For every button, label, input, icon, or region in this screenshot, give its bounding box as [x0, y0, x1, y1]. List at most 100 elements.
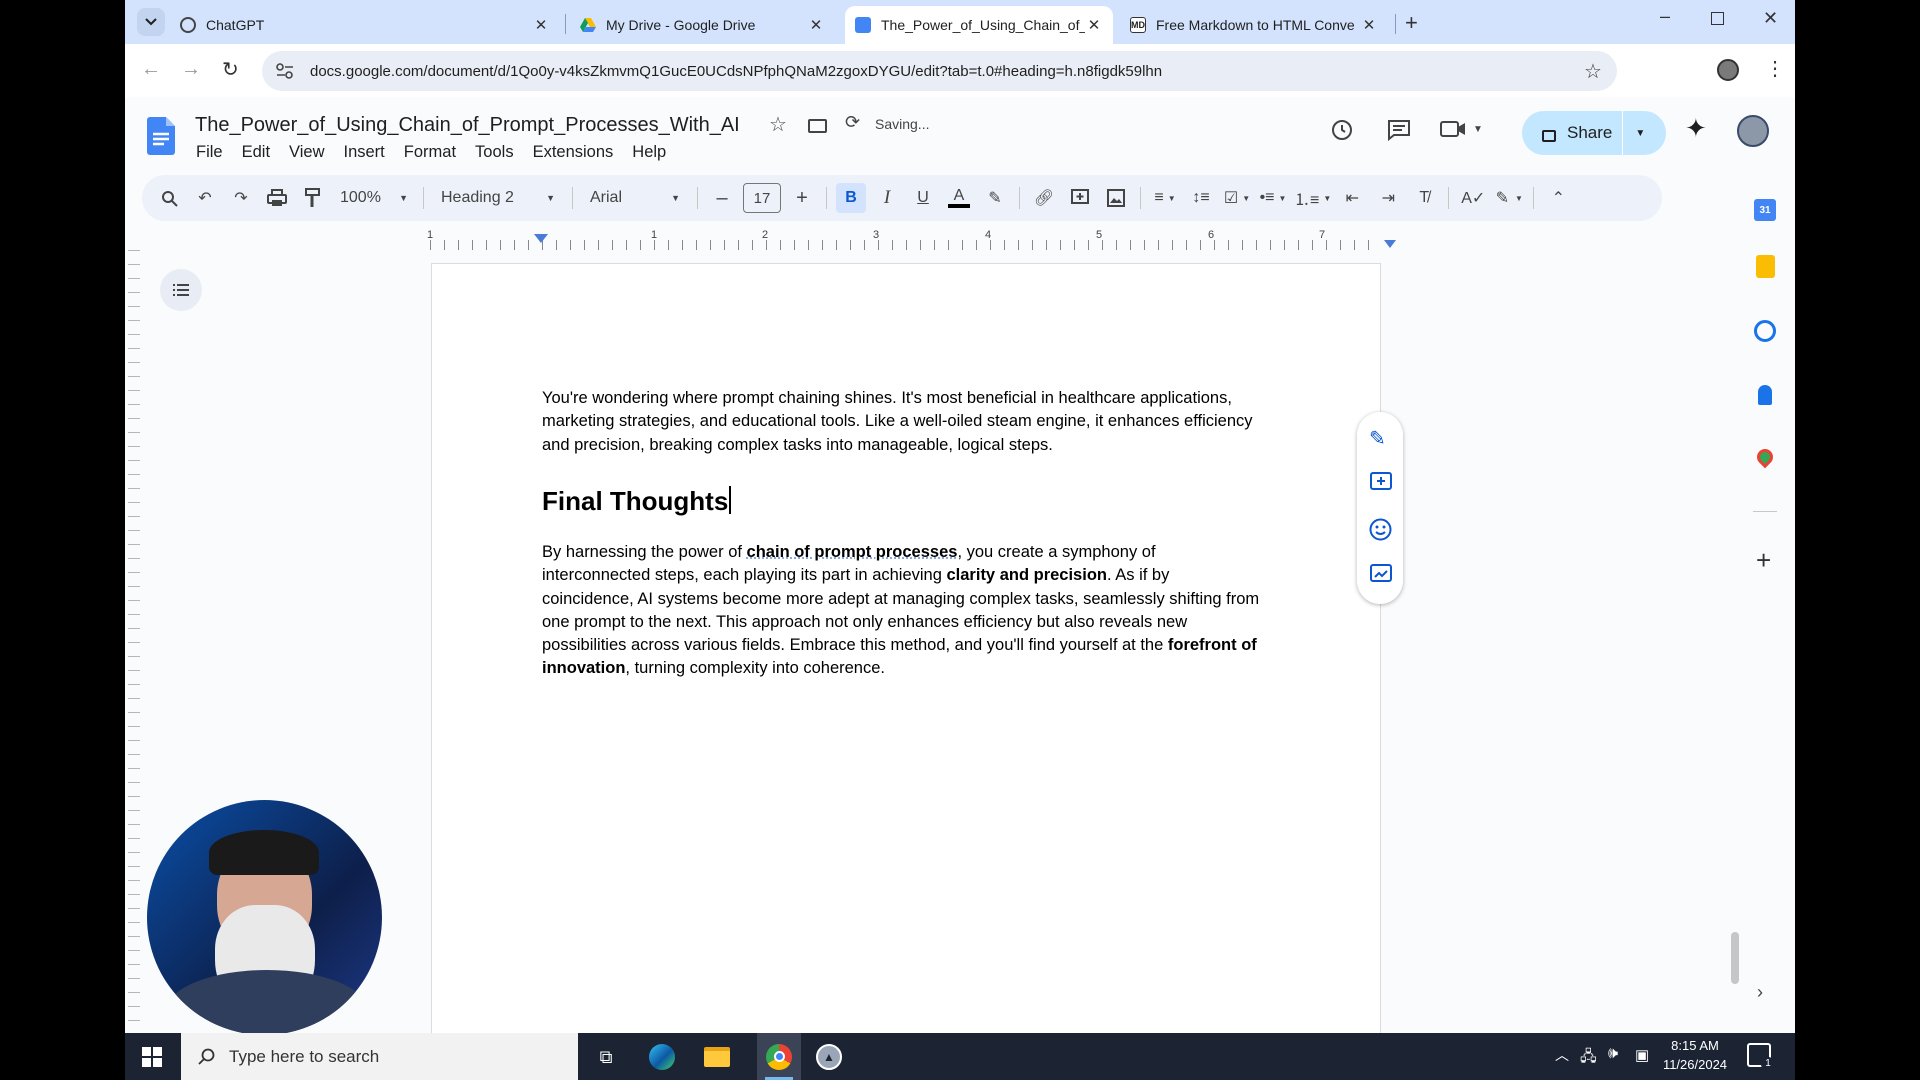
- checklist-icon[interactable]: ☑ ▼: [1222, 183, 1252, 213]
- increase-indent-icon[interactable]: ⇥: [1373, 183, 1403, 213]
- menu-help[interactable]: Help: [632, 143, 666, 161]
- close-icon[interactable]: ✕: [807, 16, 825, 34]
- back-button[interactable]: ←: [141, 58, 161, 81]
- close-window-button[interactable]: ✕: [1763, 8, 1778, 29]
- task-view-icon[interactable]: ⧉: [590, 1041, 622, 1073]
- volume-icon[interactable]: 🕪︎: [1608, 1045, 1618, 1063]
- get-addons-icon[interactable]: +: [1756, 545, 1771, 576]
- document-page[interactable]: You're wondering where prompt chaining s…: [431, 263, 1381, 1080]
- paint-format-icon[interactable]: [298, 183, 328, 213]
- increase-font-size-icon[interactable]: +: [787, 183, 817, 213]
- network-icon[interactable]: 🖧︎: [1580, 1046, 1597, 1071]
- tab-chatgpt[interactable]: ChatGPT ✕: [170, 6, 560, 44]
- bookmark-star-icon[interactable]: ☆: [1584, 59, 1602, 84]
- redo-icon[interactable]: ↷: [226, 183, 256, 213]
- spellcheck-icon[interactable]: A✓: [1458, 183, 1488, 213]
- calendar-icon[interactable]: 31: [1754, 199, 1776, 221]
- menu-file[interactable]: File: [196, 143, 223, 161]
- font-select[interactable]: Arial ▼: [582, 183, 688, 213]
- tab-google-drive[interactable]: My Drive - Google Drive ✕: [570, 6, 835, 44]
- paragraph-style-select[interactable]: Heading 2 ▼: [433, 183, 563, 213]
- tasks-icon[interactable]: [1754, 320, 1776, 342]
- edge-browser-icon[interactable]: [646, 1041, 678, 1073]
- menu-tools[interactable]: Tools: [475, 143, 514, 161]
- right-indent-marker[interactable]: [1384, 240, 1396, 248]
- forward-button[interactable]: →: [181, 58, 201, 81]
- add-comment-icon[interactable]: [1065, 183, 1095, 213]
- print-icon[interactable]: [262, 183, 292, 213]
- close-icon[interactable]: ✕: [532, 16, 550, 34]
- clock-time[interactable]: 8:15 AM: [1665, 1038, 1725, 1053]
- paragraph-use-cases[interactable]: You're wondering where prompt chaining s…: [542, 387, 1262, 457]
- profile-avatar-icon[interactable]: [1717, 59, 1739, 81]
- taskbar-search-box[interactable]: Type here to search: [181, 1033, 578, 1080]
- insert-image-icon[interactable]: [1101, 183, 1131, 213]
- url-field[interactable]: docs.google.com/document/d/1Qo0y-v4ksZkm…: [262, 51, 1617, 91]
- gemini-sparkle-icon[interactable]: ✦: [1685, 113, 1707, 144]
- menu-extensions[interactable]: Extensions: [533, 143, 614, 161]
- menu-edit[interactable]: Edit: [242, 143, 270, 161]
- account-avatar[interactable]: [1737, 115, 1769, 147]
- chrome-icon[interactable]: [757, 1033, 801, 1080]
- tray-overflow-icon[interactable]: ︿: [1555, 1045, 1569, 1065]
- undo-icon[interactable]: ↶: [190, 183, 220, 213]
- maps-icon[interactable]: [1753, 445, 1777, 469]
- contacts-icon[interactable]: [1758, 385, 1772, 405]
- close-icon[interactable]: ✕: [1360, 16, 1378, 34]
- tab-google-doc[interactable]: The_Power_of_Using_Chain_of_ ✕: [845, 6, 1113, 44]
- document-outline-button[interactable]: [160, 269, 202, 311]
- highlight-color-icon[interactable]: ✎: [980, 183, 1010, 213]
- decrease-indent-icon[interactable]: ⇤: [1337, 183, 1367, 213]
- menu-format[interactable]: Format: [404, 143, 456, 161]
- help-me-write-icon[interactable]: ✎: [1369, 426, 1386, 451]
- restore-button[interactable]: [1711, 12, 1724, 25]
- move-folder-icon[interactable]: [808, 119, 827, 133]
- bold-button[interactable]: B: [836, 183, 866, 213]
- menu-view[interactable]: View: [289, 143, 324, 161]
- paragraph-conclusion[interactable]: By harnessing the power of chain of prom…: [542, 541, 1262, 681]
- numbered-list-icon[interactable]: ⒈≡ ▼: [1294, 183, 1331, 213]
- bulleted-list-icon[interactable]: •≡ ▼: [1258, 183, 1288, 213]
- suggest-edits-icon[interactable]: [1370, 564, 1392, 586]
- chevron-right-icon[interactable]: ›: [1757, 982, 1763, 1003]
- close-icon[interactable]: ✕: [1085, 16, 1103, 34]
- tab-markdown-converter[interactable]: MD Free Markdown to HTML Conve ✕: [1120, 6, 1388, 44]
- left-indent-marker[interactable]: [534, 234, 548, 243]
- vertical-scrollbar-thumb[interactable]: [1731, 932, 1739, 984]
- app-launcher-icon[interactable]: ▲: [813, 1041, 845, 1073]
- new-tab-button[interactable]: +: [1405, 10, 1418, 36]
- font-size-input[interactable]: 17: [743, 183, 781, 213]
- align-icon[interactable]: ≡ ▼: [1150, 183, 1180, 213]
- document-title[interactable]: The_Power_of_Using_Chain_of_Prompt_Proce…: [195, 114, 740, 137]
- clock-date[interactable]: 11/26/2024: [1657, 1057, 1733, 1072]
- italic-button[interactable]: I: [872, 183, 902, 213]
- emoji-reaction-icon[interactable]: [1369, 518, 1392, 541]
- heading-final-thoughts[interactable]: Final Thoughts: [542, 486, 732, 517]
- share-button[interactable]: Share ▼: [1522, 111, 1666, 155]
- star-icon[interactable]: ☆: [769, 112, 787, 137]
- display-icon[interactable]: ▣: [1635, 1046, 1649, 1064]
- file-explorer-icon[interactable]: [701, 1041, 733, 1073]
- tab-search-button[interactable]: [137, 8, 165, 36]
- version-history-icon[interactable]: [1330, 118, 1354, 142]
- collapse-menus-icon[interactable]: ⌃: [1543, 183, 1573, 213]
- editing-mode-icon[interactable]: ✎ ▼: [1494, 183, 1524, 213]
- text-color-button[interactable]: A: [944, 183, 974, 213]
- decrease-font-size-icon[interactable]: –: [707, 183, 737, 213]
- add-comment-icon[interactable]: [1370, 472, 1392, 494]
- windows-start-icon[interactable]: [142, 1047, 162, 1067]
- underline-button[interactable]: U: [908, 183, 938, 213]
- clear-formatting-icon[interactable]: T̸: [1409, 183, 1439, 213]
- insert-link-icon[interactable]: 🔗︎: [1029, 183, 1059, 213]
- line-spacing-icon[interactable]: ↕≡: [1186, 183, 1216, 213]
- meet-button[interactable]: ▼: [1440, 119, 1483, 139]
- keep-icon[interactable]: [1756, 255, 1775, 278]
- zoom-select[interactable]: 100% ▼: [334, 183, 414, 213]
- search-menus-icon[interactable]: [154, 183, 184, 213]
- reload-button[interactable]: ↻: [222, 57, 239, 82]
- comments-icon[interactable]: [1387, 119, 1411, 141]
- browser-menu-icon[interactable]: ⋮: [1765, 56, 1785, 81]
- chevron-down-icon[interactable]: ▼: [1635, 128, 1645, 139]
- minimize-button[interactable]: –: [1660, 6, 1670, 27]
- menu-insert[interactable]: Insert: [344, 143, 385, 161]
